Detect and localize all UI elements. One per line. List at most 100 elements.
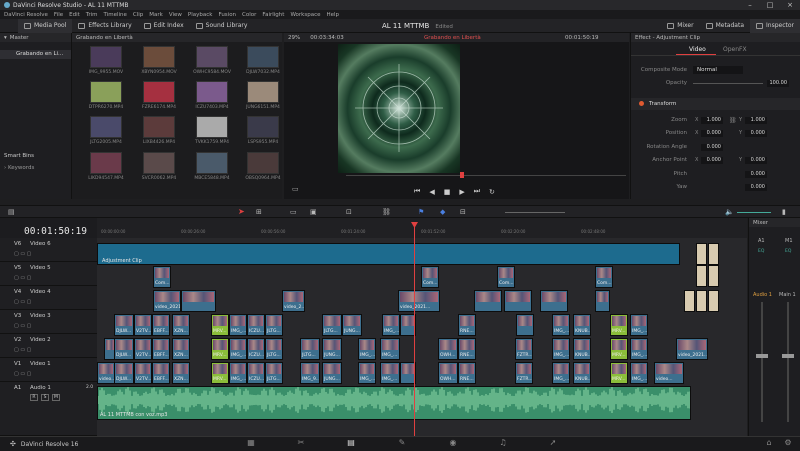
- collapse-icon[interactable]: ▾: [4, 35, 7, 41]
- media-thumbnail[interactable]: [196, 81, 228, 103]
- viewer-zoom[interactable]: 29%: [288, 35, 300, 41]
- still-clip[interactable]: [708, 290, 719, 312]
- video-clip[interactable]: RNE...: [458, 314, 476, 336]
- video-clip[interactable]: DJLW...: [114, 338, 134, 360]
- blade-tool-icon[interactable]: ▭: [290, 208, 297, 216]
- video-clip[interactable]: [504, 290, 532, 312]
- color-page-icon[interactable]: ◉: [448, 439, 458, 447]
- close-icon[interactable]: ×: [780, 0, 800, 10]
- mixer-button[interactable]: Mixer: [661, 19, 699, 33]
- overwrite-icon[interactable]: ▣: [310, 208, 317, 216]
- lock-icon[interactable]: ▢ ▭ ▢: [14, 347, 31, 353]
- video-clip[interactable]: video_2021...: [153, 290, 181, 312]
- video-clip[interactable]: [516, 314, 534, 336]
- video-clip[interactable]: IMG_...: [229, 338, 247, 360]
- video-clip[interactable]: Com...: [595, 266, 613, 288]
- cut-page-icon[interactable]: ✂: [296, 439, 306, 447]
- adjustment-clip[interactable]: Adjustment Clip: [97, 243, 680, 265]
- audio-meter-icon[interactable]: ▮: [782, 208, 786, 216]
- video-clip[interactable]: ICZU...: [247, 338, 265, 360]
- video-clip[interactable]: KNUB...: [573, 314, 591, 336]
- menu-item[interactable]: View: [169, 12, 182, 18]
- video-clip[interactable]: Com...: [497, 266, 515, 288]
- media-thumbnail[interactable]: [143, 152, 175, 174]
- opacity-slider[interactable]: [693, 83, 763, 84]
- bin-item[interactable]: Grabando en Li...: [0, 50, 71, 59]
- video-clip[interactable]: IMG_...: [358, 362, 376, 384]
- fusion-page-icon[interactable]: ✎: [397, 439, 407, 447]
- sound-library-button[interactable]: Sound Library: [190, 19, 254, 33]
- video-clip[interactable]: [181, 290, 216, 312]
- video-clip[interactable]: [474, 290, 502, 312]
- video-clip[interactable]: video...: [654, 362, 684, 384]
- video-clip[interactable]: Com...: [421, 266, 439, 288]
- video-clip[interactable]: JUNG...: [342, 314, 362, 336]
- media-thumbnail[interactable]: [90, 81, 122, 103]
- audio-clip[interactable]: AL 11 MTTMB con voz.mp3: [97, 386, 691, 420]
- zoom-x-value[interactable]: 1.000: [701, 117, 723, 124]
- still-clip[interactable]: [696, 290, 707, 312]
- video-clip[interactable]: IMG_...: [552, 338, 570, 360]
- video-clip[interactable]: IMG_...: [630, 362, 648, 384]
- video-clip[interactable]: XZN...: [172, 314, 190, 336]
- video-clip[interactable]: FZTR...: [515, 362, 533, 384]
- fader-a1[interactable]: [761, 302, 763, 422]
- track-header-v4[interactable]: V4 Video 4 ▢ ▭ ▢: [0, 286, 97, 310]
- media-thumbnail[interactable]: [247, 116, 279, 138]
- video-clip[interactable]: IMG_...: [630, 314, 648, 336]
- video-clip[interactable]: JLTG...: [300, 338, 320, 360]
- timeline-playhead[interactable]: [414, 222, 415, 436]
- video-clip[interactable]: ICZU...: [247, 314, 265, 336]
- video-clip[interactable]: IMG_...: [380, 338, 400, 360]
- video-clip[interactable]: V2TV...: [134, 338, 152, 360]
- still-clip[interactable]: [708, 265, 719, 287]
- video-clip[interactable]: OWH...: [438, 338, 458, 360]
- video-clip[interactable]: IMG_...: [358, 338, 376, 360]
- lock-icon[interactable]: ▢ ▭ ▢: [14, 275, 31, 281]
- anchor-x-value[interactable]: 0.000: [701, 157, 723, 164]
- skip-back-icon[interactable]: ⏮: [414, 187, 420, 196]
- video-clip[interactable]: V2TV...: [134, 362, 152, 384]
- lock-icon[interactable]: ▢ ▭ ▢: [14, 251, 31, 257]
- safe-area-icon[interactable]: ▭: [292, 185, 299, 193]
- tab-openfx[interactable]: OpenFX: [723, 46, 747, 53]
- keywords-item[interactable]: › Keywords: [4, 165, 34, 171]
- video-clip[interactable]: IMG_...: [229, 362, 247, 384]
- video-clip[interactable]: EBFF...: [152, 314, 170, 336]
- track-header-v3[interactable]: V3 Video 3 ▢ ▭ ▢: [0, 310, 97, 334]
- video-clip[interactable]: IMG_9...: [300, 362, 320, 384]
- snap-icon[interactable]: ⊡: [346, 208, 352, 216]
- link-icon[interactable]: ⛓: [729, 117, 737, 124]
- metadata-button[interactable]: Metadata: [700, 19, 750, 33]
- mixer-eq-m1[interactable]: EQ: [785, 249, 791, 254]
- video-clip[interactable]: JLTG...: [322, 314, 342, 336]
- menu-item[interactable]: Timeline: [104, 12, 127, 18]
- zoom-y-value[interactable]: 1.000: [745, 117, 767, 124]
- track-header-v1[interactable]: V1 Video 1 ▢ ▭ ▢: [0, 358, 97, 382]
- anchor-y-value[interactable]: 0.000: [745, 157, 767, 164]
- inspector-button[interactable]: Inspector: [750, 18, 800, 33]
- media-thumbnail[interactable]: [196, 116, 228, 138]
- media-thumbnail[interactable]: [247, 81, 279, 103]
- menu-item[interactable]: Color: [242, 12, 256, 18]
- video-clip[interactable]: KNUB...: [573, 338, 591, 360]
- video-clip[interactable]: IMG_...: [630, 338, 648, 360]
- video-clip[interactable]: JLTG...: [265, 362, 283, 384]
- menu-item[interactable]: Fusion: [218, 12, 236, 18]
- still-clip[interactable]: [708, 243, 719, 265]
- video-clip[interactable]: video_2021...: [398, 290, 440, 312]
- timeline-zoom-slider[interactable]: [505, 212, 565, 213]
- media-pool-button[interactable]: Media Pool: [18, 18, 73, 33]
- toggle-dot-icon[interactable]: [639, 101, 644, 106]
- flag-icon[interactable]: ⚑: [418, 208, 424, 216]
- media-thumbnail[interactable]: [196, 152, 228, 174]
- track-header-v2[interactable]: V2 Video 2 ▢ ▭ ▢: [0, 334, 97, 358]
- still-clip[interactable]: [696, 243, 707, 265]
- menu-item[interactable]: Playback: [188, 12, 213, 18]
- media-thumbnail[interactable]: [143, 116, 175, 138]
- video-clip[interactable]: MRV...: [610, 338, 628, 360]
- video-clip[interactable]: KNUB...: [573, 362, 591, 384]
- video-clip[interactable]: XZN...: [172, 338, 190, 360]
- edit-index-button[interactable]: Edit Index: [138, 19, 190, 33]
- still-clip[interactable]: [696, 265, 707, 287]
